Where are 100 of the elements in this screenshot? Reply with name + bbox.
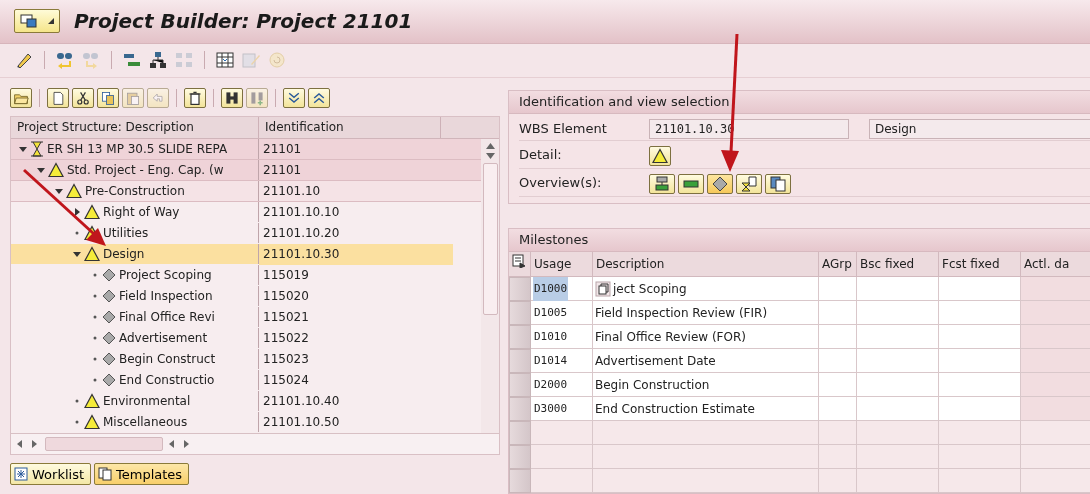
toolbar-button[interactable]	[184, 88, 206, 108]
table-cell[interactable]	[939, 277, 1021, 301]
row-selector[interactable]	[509, 373, 531, 397]
table-cell[interactable]	[819, 277, 857, 301]
row-selector[interactable]	[509, 397, 531, 421]
tree-row[interactable]: ER SH 13 MP 30.5 SLIDE REPA 21101	[11, 139, 481, 160]
grid-icon[interactable]	[215, 50, 235, 71]
table-cell[interactable]	[939, 349, 1021, 373]
table-cell[interactable]: ject Scoping	[593, 277, 819, 301]
star-box-icon	[14, 467, 28, 481]
tab[interactable]: Templates	[94, 463, 190, 485]
scroll-up-icon[interactable]	[485, 143, 495, 149]
table-cell[interactable]	[939, 301, 1021, 325]
table-cell[interactable]: Advertisement Date	[593, 349, 819, 373]
column-header[interactable]: Description	[593, 252, 819, 277]
table-cell[interactable]	[857, 301, 939, 325]
table-cell[interactable]	[857, 325, 939, 349]
column-header[interactable]: Actl. da	[1021, 252, 1090, 277]
table-cell[interactable]	[819, 397, 857, 421]
table-cell[interactable]: Field Inspection Review (FIR)	[593, 301, 819, 325]
scroll-thumb[interactable]	[45, 437, 163, 451]
tree-node-id: 115020	[263, 288, 309, 303]
table-cell[interactable]	[939, 397, 1021, 421]
overview-button[interactable]	[765, 174, 791, 194]
table-cell	[1021, 421, 1090, 445]
tree-row[interactable]: Pre-Construction 21101.10	[11, 181, 481, 202]
scrollbar[interactable]	[481, 139, 499, 433]
column-header[interactable]: Usage	[531, 252, 593, 277]
scroll-down-icon[interactable]	[485, 153, 495, 159]
table-cell[interactable]: D1010	[531, 325, 593, 349]
description-field[interactable]: Design	[869, 119, 1090, 139]
column-header[interactable]: AGrp	[819, 252, 857, 277]
table-cell[interactable]	[857, 277, 939, 301]
row-selector[interactable]	[509, 421, 531, 445]
tree-node-id: 115019	[263, 267, 309, 282]
tree-node-id: 21101.10	[263, 183, 321, 198]
copy-icon	[98, 467, 112, 481]
overview-button[interactable]	[736, 174, 762, 194]
table-cell[interactable]	[939, 325, 1021, 349]
overview-button[interactable]	[707, 174, 733, 194]
table-cell[interactable]	[857, 397, 939, 421]
table-cell[interactable]: D3000	[531, 397, 593, 421]
hourglass-icon	[30, 141, 44, 157]
system-menu-button[interactable]	[14, 9, 60, 34]
tree-row[interactable]: Std. Project - Eng. Cap. (w 21101	[11, 160, 481, 181]
overview-button[interactable]	[678, 174, 704, 194]
bullet-icon	[91, 292, 99, 300]
table-settings-icon[interactable]	[512, 254, 526, 268]
row-selector[interactable]	[509, 445, 531, 469]
tree-node-id: 21101.10.10	[263, 204, 340, 219]
scrollbar[interactable]	[11, 433, 499, 454]
caret-icon[interactable]	[19, 145, 27, 153]
caret-icon[interactable]	[37, 166, 45, 174]
tree-node-id: 21101.10.30	[263, 246, 340, 261]
table-cell[interactable]: Final Office Review (FOR)	[593, 325, 819, 349]
row-selector[interactable]	[509, 349, 531, 373]
table-cell[interactable]: D1005	[531, 301, 593, 325]
toolbar-button[interactable]	[47, 88, 69, 108]
table-cell[interactable]	[857, 373, 939, 397]
overview-button[interactable]	[649, 174, 675, 194]
table-cell[interactable]: D2000	[531, 373, 593, 397]
column-header[interactable]	[509, 252, 531, 277]
table-cell[interactable]: D1000	[531, 277, 593, 301]
table-cell[interactable]	[819, 325, 857, 349]
tab[interactable]: Worklist	[10, 463, 91, 485]
table-cell[interactable]: D1014	[531, 349, 593, 373]
table-cell	[1021, 349, 1090, 373]
row-selector[interactable]	[509, 325, 531, 349]
toolbar-button[interactable]	[221, 88, 243, 108]
caret-icon[interactable]	[73, 250, 81, 258]
tree-node-label: Begin Construct	[119, 352, 216, 366]
table-cell[interactable]: End Construction Estimate	[593, 397, 819, 421]
diamond-icon	[711, 175, 729, 193]
description-text: Final Office Review (FOR)	[595, 328, 746, 346]
toolbar-button[interactable]	[72, 88, 94, 108]
link-icon[interactable]	[55, 50, 75, 71]
table-cell[interactable]	[819, 349, 857, 373]
detail-button[interactable]	[649, 146, 671, 166]
table-cell[interactable]: Begin Construction	[593, 373, 819, 397]
table-cell[interactable]	[819, 301, 857, 325]
scroll-arrows-icon[interactable]	[17, 440, 39, 448]
column-header[interactable]: Project Structure: Description	[11, 117, 259, 138]
table-cell[interactable]	[939, 373, 1021, 397]
row-selector[interactable]	[509, 301, 531, 325]
description-text: End Construction Estimate	[595, 400, 755, 418]
table-cell[interactable]	[857, 349, 939, 373]
column-header[interactable]: Fcst fixed	[939, 252, 1021, 277]
bullet-icon	[91, 334, 99, 342]
caret-icon[interactable]	[55, 187, 63, 195]
bullet-icon	[91, 313, 99, 321]
row-selector[interactable]	[509, 469, 531, 493]
copy-icon[interactable]	[595, 280, 611, 297]
scroll-arrows-icon[interactable]	[169, 440, 191, 448]
column-header[interactable]: Bsc fixed	[857, 252, 939, 277]
toolbar-button[interactable]	[308, 88, 330, 108]
table-cell[interactable]	[819, 373, 857, 397]
caret-icon[interactable]	[73, 208, 81, 216]
scroll-thumb[interactable]	[482, 163, 498, 315]
column-header[interactable]: Identification	[259, 117, 441, 138]
toolbar-button[interactable]	[283, 88, 305, 108]
